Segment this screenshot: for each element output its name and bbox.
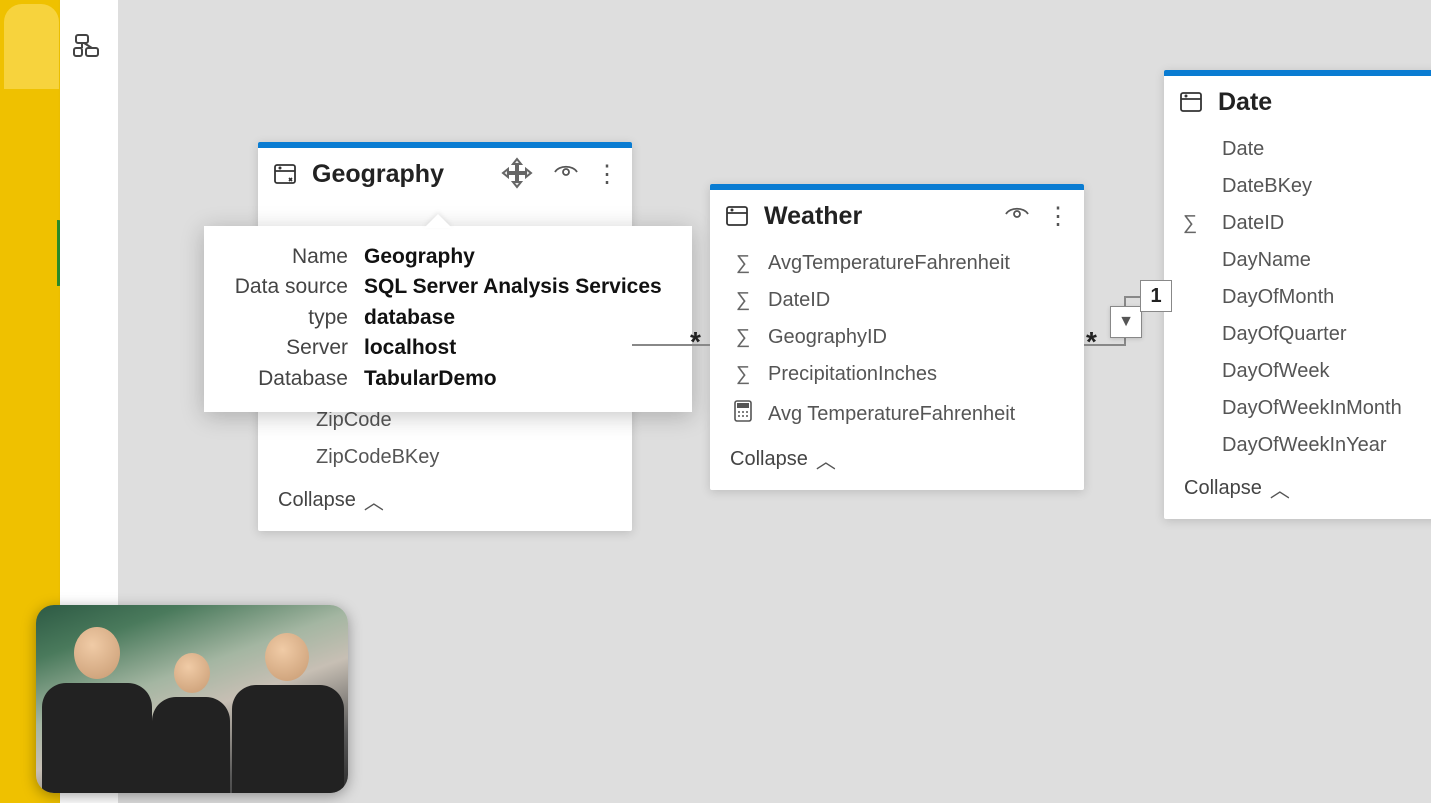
field-label: ZipCodeBKey — [316, 446, 439, 469]
yellow-tab — [4, 4, 59, 89]
relationship-many-star: * — [690, 326, 701, 358]
field-list: ∑ AvgTemperatureFahrenheit ∑ DateID ∑ Ge… — [710, 245, 1084, 435]
field-label: DayOfMonth — [1222, 286, 1334, 309]
field-zipcodebkey[interactable]: ZipCodeBKey — [258, 439, 632, 476]
model-view-icon[interactable] — [70, 28, 106, 64]
sigma-icon: ∑ — [730, 326, 756, 349]
field-dayofweek[interactable]: DayOfWeek — [1164, 353, 1431, 390]
field-list: Date DateBKey ∑ DateID DayName DayOfMont… — [1164, 131, 1431, 464]
relationship-one-cardinality: 1 — [1140, 280, 1172, 312]
cardinality-one-label: 1 — [1150, 285, 1161, 308]
table-header[interactable]: Weather ⋮ — [710, 190, 1084, 245]
tooltip-database-label: Database — [228, 364, 348, 394]
collapse-label: Collapse — [278, 489, 356, 512]
field-dateid[interactable]: ∑ DateID — [710, 282, 1084, 319]
sigma-icon: ∑ — [730, 252, 756, 275]
more-options-icon[interactable]: ⋮ — [1046, 202, 1070, 231]
field-date[interactable]: Date — [1164, 131, 1431, 168]
table-title: Geography — [312, 160, 541, 189]
field-label: Avg TemperatureFahrenheit — [768, 403, 1015, 426]
chevron-down-icon: ▼ — [1118, 313, 1134, 331]
field-label: Date — [1222, 138, 1264, 161]
sigma-icon: ∑ — [730, 363, 756, 386]
table-icon — [272, 161, 300, 189]
tooltip-datasource-value-1: SQL Server Analysis Services — [364, 272, 662, 302]
field-avgtemp[interactable]: ∑ AvgTemperatureFahrenheit — [710, 245, 1084, 282]
chevron-up-icon: ︿ — [816, 445, 836, 474]
relationship-many-star: * — [1086, 326, 1097, 358]
table-icon — [1178, 89, 1206, 117]
more-options-icon[interactable]: ⋮ — [595, 163, 618, 187]
field-precipitation[interactable]: ∑ PrecipitationInches — [710, 356, 1084, 393]
tooltip-database-value: TabularDemo — [364, 364, 497, 394]
visibility-icon[interactable] — [553, 163, 579, 186]
collapse-button[interactable]: Collapse ︿ — [710, 435, 1084, 490]
chevron-up-icon: ︿ — [1270, 474, 1290, 503]
field-label: AvgTemperatureFahrenheit — [768, 252, 1010, 275]
table-title: Weather — [764, 202, 992, 231]
field-dayname[interactable]: DayName — [1164, 242, 1431, 279]
collapse-button[interactable]: Collapse ︿ — [1164, 464, 1431, 519]
field-geographyid[interactable]: ∑ GeographyID — [710, 319, 1084, 356]
collapse-label: Collapse — [730, 448, 808, 471]
tooltip-arrow — [424, 214, 452, 228]
table-card-weather[interactable]: Weather ⋮ ∑ AvgTemperatureFahrenheit ∑ D… — [710, 184, 1084, 490]
relationship-filter-direction-icon[interactable]: ▼ — [1110, 306, 1142, 338]
field-dayofweekinmonth[interactable]: DayOfWeekInMonth — [1164, 390, 1431, 427]
field-label: DayOfWeek — [1222, 360, 1329, 383]
field-label: DayOfQuarter — [1222, 323, 1346, 346]
field-label: DayName — [1222, 249, 1311, 272]
table-card-date[interactable]: Date Date DateBKey ∑ DateID DayName DayO… — [1164, 70, 1431, 519]
field-label: DateID — [1222, 212, 1284, 235]
field-label: ZipCode — [316, 409, 392, 432]
field-dayofquarter[interactable]: DayOfQuarter — [1164, 316, 1431, 353]
webcam-overlay — [36, 605, 348, 793]
field-label: GeographyID — [768, 326, 887, 349]
collapse-button[interactable]: Collapse ︿ — [258, 476, 632, 531]
table-icon — [724, 203, 752, 231]
table-header[interactable]: Date — [1164, 76, 1431, 131]
calculator-icon — [730, 400, 756, 428]
field-dateid[interactable]: ∑ DateID — [1164, 205, 1431, 242]
field-label: DayOfWeekInMonth — [1222, 397, 1402, 420]
tooltip-name-value: Geography — [364, 242, 475, 272]
field-datebkey[interactable]: DateBKey — [1164, 168, 1431, 205]
field-avgtemp-measure[interactable]: Avg TemperatureFahrenheit — [710, 393, 1084, 435]
relationship-line[interactable] — [1124, 296, 1140, 298]
tooltip-name-label: Name — [228, 242, 348, 272]
chevron-up-icon: ︿ — [364, 486, 384, 515]
sigma-icon: ∑ — [730, 289, 756, 312]
field-dayofweekinyear[interactable]: DayOfWeekInYear — [1164, 427, 1431, 464]
table-header[interactable]: Geography ⋮ — [258, 148, 632, 203]
field-dayofmonth[interactable]: DayOfMonth — [1164, 279, 1431, 316]
sigma-icon: ∑ — [1170, 212, 1210, 235]
field-label: DayOfWeekInYear — [1222, 434, 1387, 457]
tooltip-datasource-label-2: type — [228, 303, 348, 333]
field-label: DateBKey — [1222, 175, 1312, 198]
tooltip-server-value: localhost — [364, 333, 456, 363]
visibility-icon[interactable] — [1004, 205, 1030, 228]
table-info-tooltip: Name Geography Data source SQL Server An… — [204, 226, 692, 412]
table-title: Date — [1218, 88, 1431, 117]
tooltip-datasource-value-2: database — [364, 303, 455, 333]
tooltip-server-label: Server — [228, 333, 348, 363]
collapse-label: Collapse — [1184, 477, 1262, 500]
field-label: DateID — [768, 289, 830, 312]
tooltip-datasource-label-1: Data source — [228, 272, 348, 302]
field-label: PrecipitationInches — [768, 363, 937, 386]
